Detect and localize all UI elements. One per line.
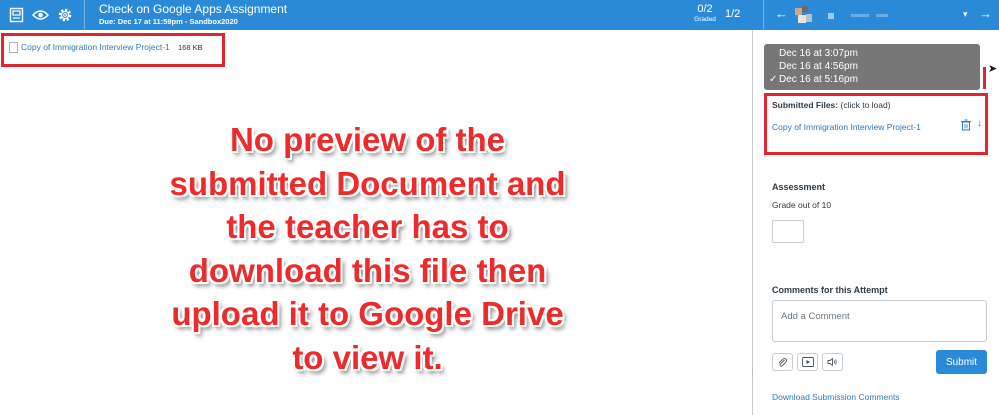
next-student-arrow[interactable]: → bbox=[979, 6, 992, 21]
submitted-files-title: Submitted Files: bbox=[772, 100, 839, 110]
toolbar-divider bbox=[763, 0, 764, 30]
annotation-line: submitted Document and bbox=[169, 164, 566, 202]
submitted-files-label: Submitted Files: (click to load) bbox=[772, 100, 891, 110]
annotation-text: No preview of the submitted Document and… bbox=[140, 118, 595, 379]
student-name[interactable] bbox=[828, 13, 834, 19]
mouse-pointer-icon: ➤ bbox=[988, 63, 998, 75]
gear-icon[interactable] bbox=[55, 5, 75, 25]
annotation-line: No preview of the bbox=[229, 121, 506, 158]
submitted-file-link[interactable]: Copy of Immigration Interview Project-1 bbox=[772, 122, 921, 132]
annotation-line: the teacher has to bbox=[226, 208, 509, 245]
annotation-line: download this file then bbox=[188, 251, 547, 289]
attempt-option-selected[interactable]: Dec 16 at 5:16pm bbox=[779, 74, 858, 85]
attempt-option[interactable]: Dec 16 at 4:56pm bbox=[779, 61, 858, 72]
assessment-heading: Assessment bbox=[772, 182, 826, 192]
graded-counter: 0/2 Graded bbox=[690, 3, 720, 23]
due-date: Due: Dec 17 at 11:59pm - Sandbox2020 bbox=[99, 17, 238, 26]
attempt-select[interactable]: Dec 16 at 3:07pm Dec 16 at 4:56pm ✓ Dec … bbox=[764, 44, 980, 90]
student-name-blurred bbox=[876, 14, 888, 17]
audio-comment-icon[interactable] bbox=[822, 353, 843, 371]
trash-icon[interactable] bbox=[960, 118, 972, 131]
comments-heading: Comments for this Attempt bbox=[772, 285, 888, 295]
top-bar: Check on Google Apps Assignment Due: Dec… bbox=[0, 0, 999, 30]
graded-value: 0/2 bbox=[697, 3, 713, 15]
highlight-edge bbox=[983, 67, 986, 89]
gradebook-icon[interactable] bbox=[6, 5, 26, 25]
check-icon: ✓ bbox=[769, 74, 778, 85]
media-comment-icon[interactable] bbox=[797, 353, 818, 371]
eye-icon[interactable] bbox=[30, 5, 50, 25]
submit-comment-button[interactable]: Submit bbox=[936, 350, 987, 374]
file-size: 168 KB bbox=[178, 43, 203, 52]
grade-input[interactable] bbox=[772, 220, 804, 243]
annotation-line: upload it to Google Drive bbox=[171, 295, 564, 332]
comment-input[interactable]: Add a Comment bbox=[772, 300, 987, 342]
graded-label: Graded bbox=[694, 16, 716, 23]
file-download-link[interactable]: Copy of Immigration Interview Project-1 bbox=[21, 42, 170, 52]
document-icon bbox=[9, 42, 18, 53]
attach-file-icon[interactable] bbox=[772, 353, 793, 371]
attempt-option[interactable]: Dec 16 at 3:07pm bbox=[779, 48, 858, 59]
download-icon[interactable]: ↓ bbox=[977, 118, 982, 129]
toolbar-divider bbox=[84, 0, 85, 30]
download-comments-link[interactable]: Download Submission Comments bbox=[772, 392, 900, 402]
student-name-blurred bbox=[851, 14, 869, 17]
avatar[interactable] bbox=[795, 6, 813, 24]
previous-student-arrow[interactable]: ← bbox=[775, 6, 788, 21]
submitted-files-hint: (click to load) bbox=[840, 100, 891, 110]
annotation-line: to view it. bbox=[292, 338, 443, 376]
student-dropdown-icon[interactable]: ▾ bbox=[963, 9, 968, 20]
student-count: 1/2 bbox=[725, 8, 741, 20]
grade-out-of-label: Grade out of 10 bbox=[772, 200, 832, 210]
assignment-title[interactable]: Check on Google Apps Assignment bbox=[99, 2, 287, 16]
